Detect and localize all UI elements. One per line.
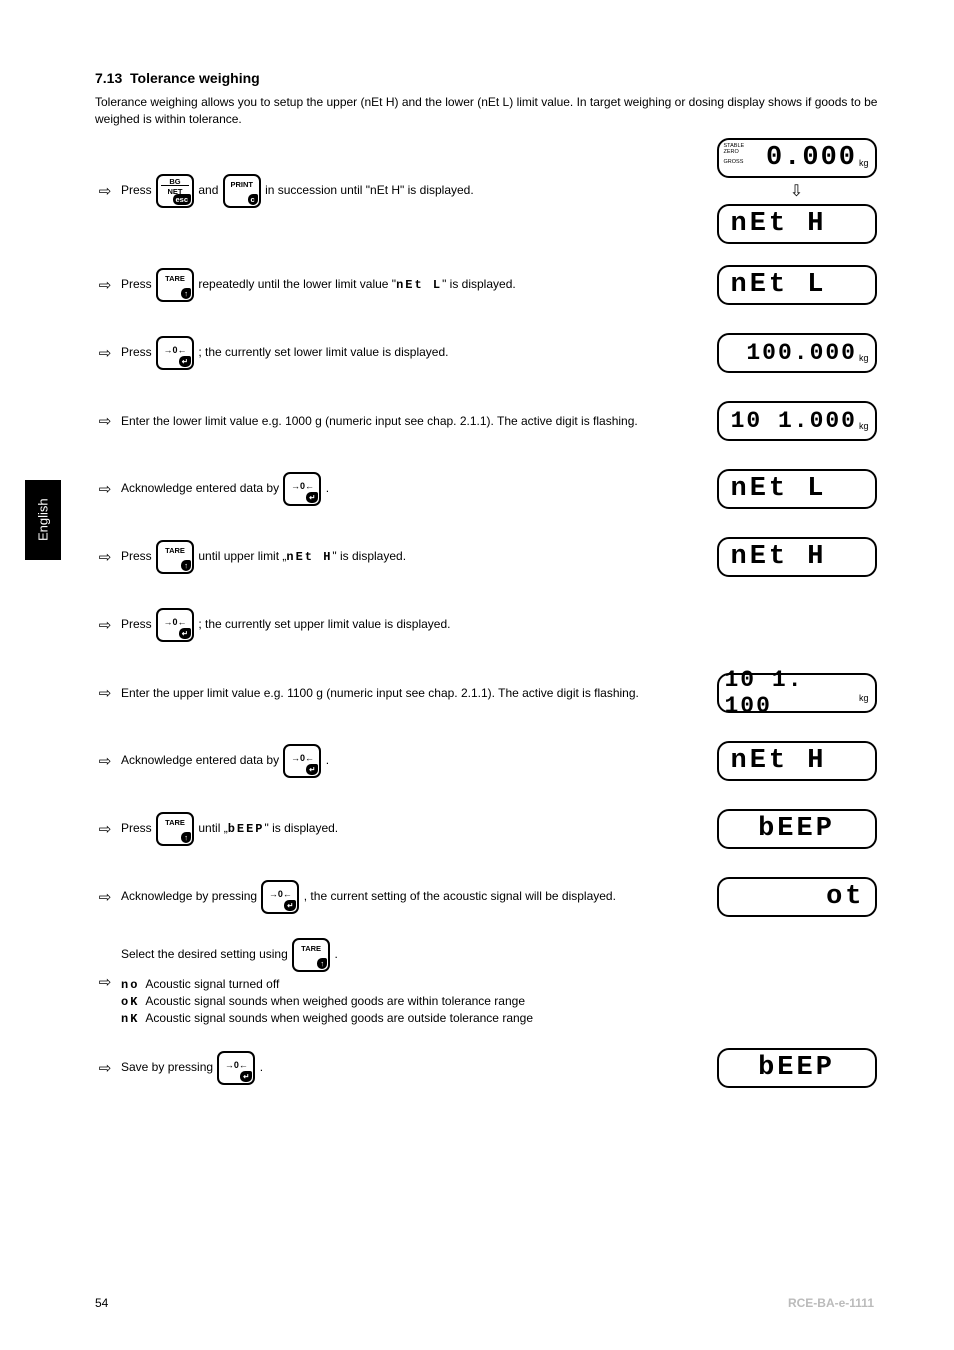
display-value: nEt H (725, 542, 869, 572)
display-value: 10 1. 100 (725, 667, 857, 719)
bullet-arrow-icon: ⇨ (95, 820, 115, 838)
display-unit: kg (859, 421, 869, 436)
display-unit: kg (859, 353, 869, 368)
display-value: 100.000 (746, 340, 857, 366)
tare-up-key-icon: TARE ↑ (156, 268, 194, 302)
lcd-display: ot (717, 877, 877, 917)
zero-enter-key-icon: →0← ↵ (261, 880, 299, 914)
lcd-display: nEt L (717, 469, 877, 509)
step-row: ⇨ Press TARE ↑ until „bEEP" is displayed… (95, 802, 884, 856)
lcd-display: STABLE ZERO GROSS 0.000 kg (717, 138, 877, 178)
display-value: nEt L (725, 474, 869, 504)
lcd-display: bEEP (717, 809, 877, 849)
bullet-arrow-icon: ⇨ (95, 888, 115, 906)
zero-enter-key-icon: →0← ↵ (156, 608, 194, 642)
display-value: 10 1.000 (731, 408, 857, 434)
step-text: Press →0← ↵ ; the currently set upper li… (115, 608, 709, 642)
zero-enter-key-icon: →0← ↵ (283, 744, 321, 778)
bullet-arrow-icon: ⇨ (95, 1059, 115, 1077)
lcd-display: 10 1. 100 kg (717, 673, 877, 713)
lcd-display: nEt H (717, 537, 877, 577)
step-row: ⇨ Press TARE ↑ until upper limit „nEt H"… (95, 530, 884, 584)
step-text: Acknowledge entered data by →0← ↵ . (115, 472, 709, 506)
section-heading: 7.13 Tolerance weighing (95, 70, 884, 86)
page-number: 54 (95, 1296, 108, 1310)
lcd-display: 100.000 kg (717, 333, 877, 373)
step-text: Press TARE ↑ until „bEEP" is displayed. (115, 812, 709, 846)
lcd-display: 10 1.000 kg (717, 401, 877, 441)
zero-enter-key-icon: →0← ↵ (217, 1051, 255, 1085)
step-row: ⇨ Press →0← ↵ ; the currently set upper … (95, 598, 884, 652)
step-row: ⇨ Press TARE ↑ repeatedly until the lowe… (95, 258, 884, 312)
tare-up-key-icon: TARE ↑ (156, 540, 194, 574)
step-text: Press BG NET esc and PRINT c in successi… (115, 174, 709, 208)
display-value: bEEP (725, 1053, 869, 1083)
bullet-arrow-icon: ⇨ (95, 548, 115, 566)
step-text: Acknowledge by pressing →0← ↵ , the curr… (115, 880, 709, 914)
seg-text: nEt H (286, 550, 332, 564)
tare-up-key-icon: TARE ↑ (156, 812, 194, 846)
display-value: ot (725, 882, 869, 912)
display-value: nEt H (725, 746, 869, 776)
step-row: ⇨ Acknowledge by pressing →0← ↵ , the cu… (95, 870, 884, 924)
bullet-arrow-icon: ⇨ (95, 973, 115, 991)
step-row: ⇨ Press BG NET esc and PRINT c in succes… (95, 138, 884, 244)
down-arrow-icon: ⇩ (790, 181, 803, 201)
bg-net-esc-key-icon: BG NET esc (156, 174, 194, 208)
step-row: ⇨ Acknowledge entered data by →0← ↵ . nE… (95, 734, 884, 788)
lcd-display: nEt H (717, 741, 877, 781)
zero-enter-key-icon: →0← ↵ (283, 472, 321, 506)
bullet-arrow-icon: ⇨ (95, 480, 115, 498)
language-tab: English (25, 480, 61, 560)
section-number: 7.13 (95, 70, 122, 86)
display-value: nEt H (725, 209, 869, 239)
bullet-arrow-icon: ⇨ (95, 616, 115, 634)
display-unit: kg (859, 158, 869, 173)
beep-option-code: nK (121, 1012, 139, 1026)
seg-text: bEEP (228, 822, 265, 836)
step-text: Press TARE ↑ repeatedly until the lower … (115, 268, 709, 302)
step-row: ⇨ Enter the lower limit value e.g. 1000 … (95, 394, 884, 448)
step-text: Save by pressing →0← ↵ . (115, 1051, 709, 1085)
bullet-arrow-icon: ⇨ (95, 684, 115, 702)
display-value: bEEP (725, 814, 869, 844)
bullet-arrow-icon: ⇨ (95, 752, 115, 770)
bullet-arrow-icon: ⇨ (95, 276, 115, 294)
section-title-text: Tolerance weighing (130, 70, 260, 86)
display-value: 0.000 (766, 143, 857, 173)
step-row: ⇨ Press →0← ↵ ; the currently set lower … (95, 326, 884, 380)
step-row: ⇨ Save by pressing →0← ↵ . bEEP (95, 1041, 884, 1095)
section-intro: Tolerance weighing allows you to setup t… (95, 94, 884, 128)
bullet-arrow-icon: ⇨ (95, 344, 115, 362)
step-row: ⇨ Acknowledge entered data by →0← ↵ . nE… (95, 462, 884, 516)
display-unit: kg (859, 693, 869, 708)
print-c-key-icon: PRINT c (223, 174, 261, 208)
step-text: Press TARE ↑ until upper limit „nEt H" i… (115, 540, 709, 574)
step-row: ⇨ Select the desired setting using TARE … (95, 938, 884, 1028)
bullet-arrow-icon: ⇨ (95, 182, 115, 200)
step-text: Select the desired setting using TARE ↑ … (115, 938, 709, 1028)
beep-option-desc: Acoustic signal sounds when weighed good… (145, 994, 525, 1008)
tare-up-key-icon: TARE ↑ (292, 938, 330, 972)
step-text: Enter the upper limit value e.g. 1100 g … (115, 685, 709, 701)
footer-brand: RCE-BA-e-1111 (788, 1296, 874, 1310)
display-value: nEt L (725, 270, 869, 300)
lcd-display: nEt H (717, 204, 877, 244)
zero-enter-key-icon: →0← ↵ (156, 336, 194, 370)
display-indicators: STABLE ZERO GROSS (724, 143, 745, 165)
lcd-display: nEt L (717, 265, 877, 305)
beep-option-desc: Acoustic signal sounds when weighed good… (145, 1011, 533, 1025)
step-text: Acknowledge entered data by →0← ↵ . (115, 744, 709, 778)
step-text: Press →0← ↵ ; the currently set lower li… (115, 336, 709, 370)
beep-option-code: oK (121, 995, 139, 1009)
seg-text: nEt L (396, 278, 442, 292)
step-text: Enter the lower limit value e.g. 1000 g … (115, 413, 709, 429)
step-row: ⇨ Enter the upper limit value e.g. 1100 … (95, 666, 884, 720)
lcd-display: bEEP (717, 1048, 877, 1088)
beep-option-code: no (121, 978, 139, 992)
bullet-arrow-icon: ⇨ (95, 412, 115, 430)
beep-option-desc: Acoustic signal turned off (145, 977, 279, 991)
